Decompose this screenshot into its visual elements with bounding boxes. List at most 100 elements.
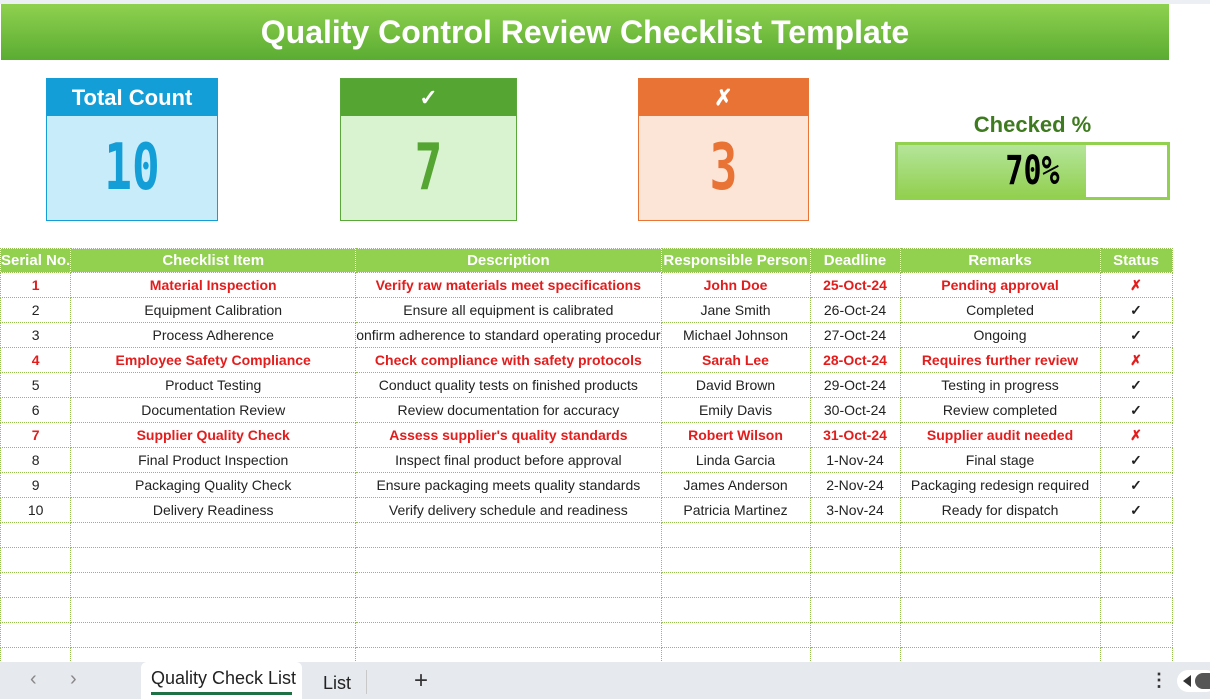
prev-sheet-button[interactable]: ‹ — [30, 668, 37, 691]
more-options-icon[interactable]: ⋮ — [1150, 670, 1168, 691]
empty-cell[interactable] — [1099, 622, 1173, 648]
cell-deadline[interactable]: 3-Nov-24 — [809, 497, 901, 523]
cross-icon[interactable]: ✗ — [1099, 272, 1173, 298]
cell-remarks[interactable]: Requires further review — [899, 347, 1101, 373]
cell-description[interactable]: Verify delivery schedule and readiness — [355, 497, 662, 523]
cell-serial[interactable]: 3 — [0, 322, 72, 348]
cell-remarks[interactable]: Pending approval — [899, 272, 1101, 298]
check-icon[interactable]: ✓ — [1099, 397, 1173, 423]
cell-responsible-person[interactable]: Michael Johnson — [660, 322, 811, 348]
cross-icon[interactable]: ✗ — [1099, 422, 1173, 448]
sheet-tab-list[interactable]: List — [323, 673, 351, 694]
empty-cell[interactable] — [660, 547, 811, 573]
check-icon[interactable]: ✓ — [1099, 497, 1173, 523]
check-icon[interactable]: ✓ — [1099, 297, 1173, 323]
cell-deadline[interactable]: 25-Oct-24 — [809, 272, 901, 298]
scrollbar-thumb[interactable] — [1195, 673, 1210, 689]
empty-cell[interactable] — [0, 522, 72, 548]
empty-cell[interactable] — [660, 622, 811, 648]
cell-serial[interactable]: 7 — [0, 422, 72, 448]
empty-cell[interactable] — [1099, 572, 1173, 598]
empty-cell[interactable] — [355, 547, 662, 573]
cell-responsible-person[interactable]: John Doe — [660, 272, 811, 298]
add-sheet-button[interactable]: + — [414, 667, 428, 695]
cell-remarks[interactable]: Review completed — [899, 397, 1101, 423]
check-icon[interactable]: ✓ — [1099, 322, 1173, 348]
empty-cell[interactable] — [70, 597, 357, 623]
cell-description[interactable]: Ensure all equipment is calibrated — [355, 297, 662, 323]
horizontal-scrollbar[interactable] — [1177, 670, 1210, 692]
cell-checklist-item[interactable]: Supplier Quality Check — [70, 422, 357, 448]
empty-cell[interactable] — [0, 547, 72, 573]
empty-cell[interactable] — [355, 572, 662, 598]
cell-deadline[interactable]: 27-Oct-24 — [809, 322, 901, 348]
cell-responsible-person[interactable]: David Brown — [660, 372, 811, 398]
column-header-serial[interactable]: Serial No. — [0, 248, 72, 273]
empty-cell[interactable] — [809, 622, 901, 648]
column-header-responsible-person[interactable]: Responsible Person — [660, 248, 811, 273]
cell-responsible-person[interactable]: Sarah Lee — [660, 347, 811, 373]
cell-remarks[interactable]: Supplier audit needed — [899, 422, 1101, 448]
cell-remarks[interactable]: Ongoing — [899, 322, 1101, 348]
empty-cell[interactable] — [355, 622, 662, 648]
column-header-status[interactable]: Status — [1099, 248, 1173, 273]
empty-cell[interactable] — [899, 572, 1101, 598]
empty-cell[interactable] — [70, 572, 357, 598]
cell-checklist-item[interactable]: Product Testing — [70, 372, 357, 398]
cell-remarks[interactable]: Testing in progress — [899, 372, 1101, 398]
empty-cell[interactable] — [70, 522, 357, 548]
cross-icon[interactable]: ✗ — [1099, 347, 1173, 373]
cell-serial[interactable]: 2 — [0, 297, 72, 323]
cell-remarks[interactable]: Final stage — [899, 447, 1101, 473]
empty-cell[interactable] — [1099, 522, 1173, 548]
cell-checklist-item[interactable]: Process Adherence — [70, 322, 357, 348]
empty-cell[interactable] — [0, 572, 72, 598]
empty-cell[interactable] — [899, 622, 1101, 648]
cell-description[interactable]: Verify raw materials meet specifications — [355, 272, 662, 298]
cell-checklist-item[interactable]: Packaging Quality Check — [70, 472, 357, 498]
cell-description[interactable]: Check compliance with safety protocols — [355, 347, 662, 373]
cell-serial[interactable]: 1 — [0, 272, 72, 298]
cell-serial[interactable]: 8 — [0, 447, 72, 473]
cell-responsible-person[interactable]: Robert Wilson — [660, 422, 811, 448]
empty-cell[interactable] — [0, 622, 72, 648]
check-icon[interactable]: ✓ — [1099, 447, 1173, 473]
sheet-tab-quality-check-list[interactable]: Quality Check List — [141, 662, 302, 699]
column-header-description[interactable]: Description — [355, 248, 662, 273]
cell-responsible-person[interactable]: Patricia Martinez — [660, 497, 811, 523]
cell-serial[interactable]: 10 — [0, 497, 72, 523]
cell-checklist-item[interactable]: Delivery Readiness — [70, 497, 357, 523]
cell-deadline[interactable]: 31-Oct-24 — [809, 422, 901, 448]
cell-checklist-item[interactable]: Employee Safety Compliance — [70, 347, 357, 373]
scroll-left-icon[interactable] — [1183, 675, 1191, 687]
empty-cell[interactable] — [899, 522, 1101, 548]
cell-responsible-person[interactable]: Emily Davis — [660, 397, 811, 423]
cell-deadline[interactable]: 2-Nov-24 — [809, 472, 901, 498]
empty-cell[interactable] — [809, 547, 901, 573]
empty-cell[interactable] — [809, 572, 901, 598]
empty-cell[interactable] — [660, 522, 811, 548]
empty-cell[interactable] — [0, 597, 72, 623]
empty-cell[interactable] — [660, 597, 811, 623]
cell-description[interactable]: Review documentation for accuracy — [355, 397, 662, 423]
cell-serial[interactable]: 6 — [0, 397, 72, 423]
empty-cell[interactable] — [899, 547, 1101, 573]
cell-remarks[interactable]: Completed — [899, 297, 1101, 323]
empty-cell[interactable] — [355, 522, 662, 548]
empty-cell[interactable] — [355, 597, 662, 623]
cell-deadline[interactable]: 30-Oct-24 — [809, 397, 901, 423]
empty-cell[interactable] — [70, 547, 357, 573]
cell-description[interactable]: onfirm adherence to standard operating p… — [355, 322, 662, 348]
cell-deadline[interactable]: 26-Oct-24 — [809, 297, 901, 323]
cell-checklist-item[interactable]: Final Product Inspection — [70, 447, 357, 473]
cell-deadline[interactable]: 28-Oct-24 — [809, 347, 901, 373]
cell-serial[interactable]: 4 — [0, 347, 72, 373]
empty-cell[interactable] — [809, 522, 901, 548]
cell-deadline[interactable]: 1-Nov-24 — [809, 447, 901, 473]
column-header-remarks[interactable]: Remarks — [899, 248, 1101, 273]
cell-deadline[interactable]: 29-Oct-24 — [809, 372, 901, 398]
empty-cell[interactable] — [809, 597, 901, 623]
cell-serial[interactable]: 5 — [0, 372, 72, 398]
cell-description[interactable]: Ensure packaging meets quality standards — [355, 472, 662, 498]
column-header-deadline[interactable]: Deadline — [809, 248, 901, 273]
